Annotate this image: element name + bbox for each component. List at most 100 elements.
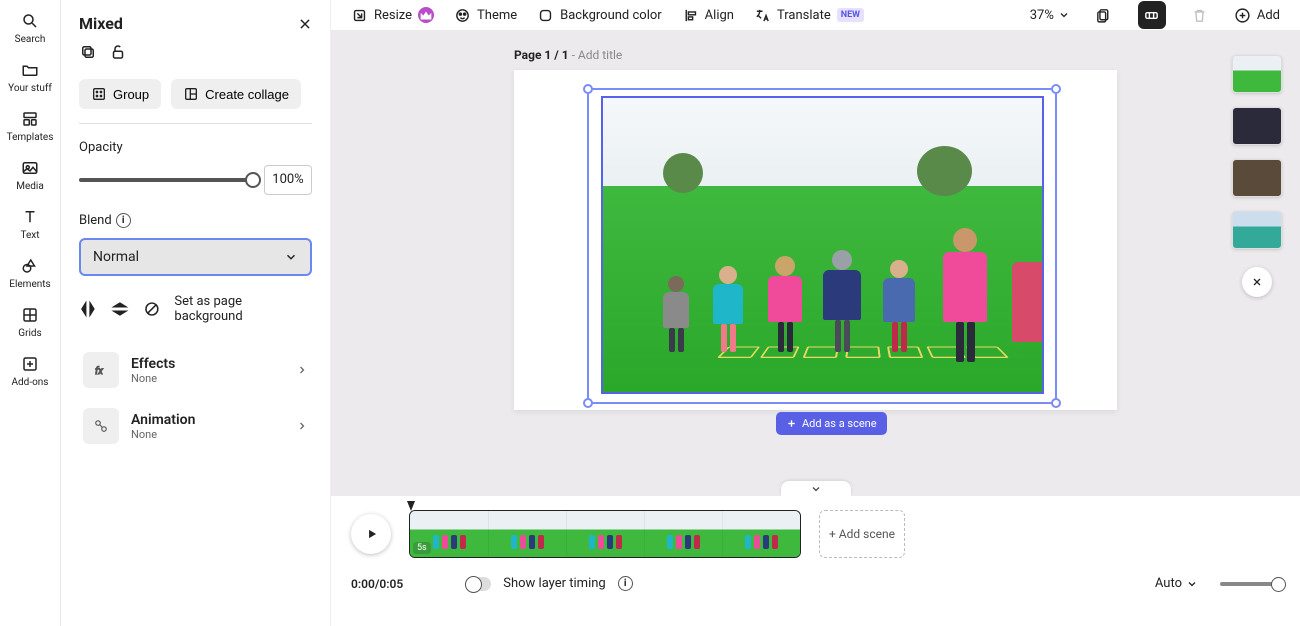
chevron-down-icon: [1058, 9, 1070, 21]
rail-search-label: Search: [15, 34, 46, 45]
chevron-right-icon: [296, 364, 308, 376]
rail-text[interactable]: Text: [0, 202, 60, 251]
text-icon: [21, 208, 39, 226]
suggestion-thumb[interactable]: [1232, 211, 1282, 249]
flip-vertical-icon[interactable]: [111, 300, 129, 318]
effects-subtitle: None: [131, 372, 284, 385]
duplicate-icon[interactable]: [79, 43, 97, 61]
add-as-scene-label: Add as a scene: [802, 417, 877, 430]
opacity-label: Opacity: [79, 140, 312, 155]
group-button[interactable]: Group: [79, 79, 161, 109]
left-rail: Search Your stuff Templates Media Text E…: [0, 0, 61, 626]
media-icon: [21, 159, 39, 177]
rail-elements-label: Elements: [9, 279, 50, 290]
canvas-area[interactable]: Page 1 / 1 - Add title Add as a scene: [331, 30, 1300, 496]
timeline-frame[interactable]: [566, 511, 644, 557]
delete-button[interactable]: [1186, 1, 1214, 29]
rail-your-stuff-label: Your stuff: [8, 83, 52, 94]
collapse-timeline-button[interactable]: [781, 481, 851, 497]
add-label: Add: [1257, 8, 1280, 23]
effects-title: Effects: [131, 356, 284, 372]
blend-label: Blend i: [79, 213, 312, 228]
timeline-scene-track[interactable]: 5s: [409, 510, 801, 558]
rail-grids[interactable]: Grids: [0, 300, 60, 349]
resize-button[interactable]: Resize: [351, 7, 434, 24]
timeline-frame[interactable]: [644, 511, 722, 557]
svg-text:fx: fx: [95, 366, 103, 377]
theme-button[interactable]: Theme: [454, 7, 517, 24]
add-as-scene-button[interactable]: Add as a scene: [776, 412, 887, 435]
chevron-right-icon: [296, 420, 308, 432]
rail-text-label: Text: [20, 230, 39, 241]
opacity-slider[interactable]: [79, 178, 254, 182]
top-toolbar: Resize Theme Background color Align Tran…: [331, 0, 1300, 30]
info-icon[interactable]: i: [618, 576, 633, 591]
info-icon[interactable]: i: [116, 213, 131, 228]
add-icon: [1234, 7, 1251, 24]
timeline-frame[interactable]: [722, 511, 800, 557]
zoom-control[interactable]: 37%: [1030, 8, 1070, 23]
theme-icon: [454, 7, 471, 24]
create-collage-button[interactable]: Create collage: [171, 79, 301, 109]
blend-mode-value: Normal: [93, 249, 139, 265]
speed-slider[interactable]: [1220, 582, 1280, 586]
flip-horizontal-icon[interactable]: [79, 300, 97, 318]
show-layer-timing-label: Show layer timing: [503, 576, 605, 591]
suggestion-thumb[interactable]: [1232, 55, 1282, 93]
align-label: Align: [705, 8, 734, 23]
add-scene-button[interactable]: + Add scene: [819, 510, 905, 558]
shapes-icon: [21, 257, 39, 275]
opacity-value[interactable]: 100%: [264, 165, 312, 195]
trash-icon: [1191, 7, 1208, 24]
unlock-icon[interactable]: [109, 43, 127, 61]
play-button[interactable]: [351, 514, 391, 554]
blend-mode-select[interactable]: Normal: [79, 238, 312, 276]
chevron-down-icon: [284, 250, 298, 264]
rail-templates[interactable]: Templates: [0, 104, 60, 153]
scene-duration-badge: 5s: [413, 542, 431, 554]
suggestion-thumb[interactable]: [1232, 107, 1282, 145]
rail-your-stuff[interactable]: Your stuff: [0, 55, 60, 104]
rail-addons[interactable]: Add-ons: [0, 349, 60, 398]
add-title-placeholder[interactable]: - Add title: [569, 48, 623, 62]
set-background-button[interactable]: Set as page background: [174, 294, 312, 324]
pages-button[interactable]: [1090, 1, 1118, 29]
timeline-time: 0:00/0:05: [351, 577, 403, 591]
rail-templates-label: Templates: [7, 132, 54, 143]
close-panel-icon[interactable]: [298, 17, 312, 31]
align-icon: [682, 7, 699, 24]
background-color-button[interactable]: Background color: [537, 7, 662, 24]
animation-subtitle: None: [131, 428, 284, 441]
timeline-toggle-button[interactable]: [1138, 1, 1166, 29]
align-button[interactable]: Align: [682, 7, 734, 24]
translate-button[interactable]: Translate NEW: [754, 7, 864, 24]
add-button[interactable]: Add: [1234, 7, 1280, 24]
animation-button[interactable]: Animation None: [79, 402, 312, 450]
timeline-frame[interactable]: [488, 511, 566, 557]
bg-color-icon: [537, 7, 554, 24]
selection-frame[interactable]: [587, 88, 1057, 404]
pages-icon: [1095, 7, 1112, 24]
chevron-down-icon: [810, 483, 822, 495]
speed-value: Auto: [1155, 576, 1182, 591]
suggestion-thumb[interactable]: [1232, 159, 1282, 197]
speed-select[interactable]: Auto: [1155, 576, 1198, 591]
collage-icon: [183, 86, 199, 102]
page-label[interactable]: Page 1 / 1 - Add title: [514, 48, 622, 62]
resize-label: Resize: [374, 8, 412, 23]
rail-media[interactable]: Media: [0, 153, 60, 202]
close-suggestions-button[interactable]: [1242, 267, 1272, 297]
create-collage-button-label: Create collage: [205, 87, 289, 102]
effects-button[interactable]: fx Effects None: [79, 346, 312, 394]
rail-search[interactable]: Search: [0, 6, 60, 55]
set-background-icon: [143, 300, 161, 318]
blend-label-text: Blend: [79, 213, 112, 228]
fx-icon: fx: [92, 361, 110, 379]
grids-icon: [21, 306, 39, 324]
close-icon: [1251, 276, 1263, 288]
page-number: Page 1 / 1: [514, 48, 569, 62]
show-layer-timing-toggle[interactable]: [465, 577, 491, 591]
templates-icon: [21, 110, 39, 128]
timeline-icon: [1143, 7, 1160, 24]
rail-elements[interactable]: Elements: [0, 251, 60, 300]
